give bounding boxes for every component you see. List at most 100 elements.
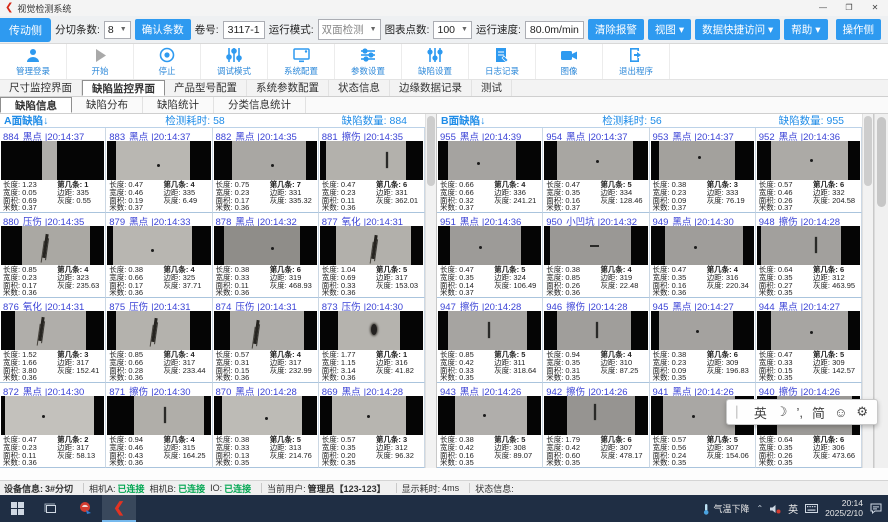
defect-card[interactable]: 883黑点|20:14:37 长度: 0.47宽度: 0.46面积: 0.19米… [106,128,212,213]
run-mode-select[interactable]: 双面检测▼ [318,19,381,40]
defect-card[interactable]: 882黑点|20:14:35 长度: 0.75宽度: 0.23面积: 0.17米… [213,128,319,213]
metric: 灰度: 6.49 [163,197,211,205]
roll-number-input[interactable]: 3117-1 [223,21,265,39]
weather-tray-item[interactable]: 气温下降 [702,502,749,515]
defect-card[interactable]: 881擦伤|20:14:35 长度: 0.47宽度: 0.23面积: 0.11米… [319,128,425,213]
main-tab-1[interactable]: 缺陷监控界面 [82,80,165,96]
action-camera[interactable]: 图像 [536,44,603,79]
defect-card[interactable]: 944黑点|20:14:27 长度: 0.47宽度: 0.33面积: 0.15米… [756,298,862,383]
defect-card[interactable]: 879黑点|20:14:33 长度: 0.38宽度: 0.66面积: 0.17米… [106,213,212,298]
operation-side-tag[interactable]: 操作侧 [836,19,882,40]
metric: 米数: 0.37 [759,204,813,212]
ime-item-2[interactable]: ’, [797,405,804,420]
help-menu-button[interactable]: 帮助 ▾ [784,19,827,40]
chart-points-select[interactable]: 100▼ [433,21,471,39]
main-tab-6[interactable]: 测试 [472,80,512,96]
scrollbar-thumb[interactable] [427,116,435,186]
tray-expand-button[interactable]: ⌃ [756,504,763,513]
defect-card[interactable]: 951黑点|20:14:36 长度: 0.47宽度: 0.35面积: 0.14米… [437,213,543,298]
defect-card[interactable]: 874压伤|20:14:31 长度: 0.57宽度: 0.31面积: 0.15米… [213,298,319,383]
defect-card[interactable]: 884黑点|20:14:37 长度: 1.23宽度: 0.05面积: 0.69米… [0,128,106,213]
sub-tab-1[interactable]: 缺陷分布 [72,97,143,113]
confirm-count-button[interactable]: 确认条数 [135,19,191,40]
ime-mode-indicator[interactable]: 英 [788,501,798,516]
volume-icon[interactable] [770,504,781,514]
action-defset[interactable]: 缺陷设置 [402,44,469,79]
defect-card[interactable]: 873压伤|20:14:30 长度: 1.77宽度: 1.15面积: 3.14米… [319,298,425,383]
defect-card[interactable]: 949黑点|20:14:30 长度: 0.47宽度: 0.35面积: 0.16米… [650,213,756,298]
ime-item-4[interactable]: ☺ [834,405,847,420]
metric: 灰度: 463.95 [813,282,861,290]
clock[interactable]: 20:14 2025/2/10 [825,499,863,518]
defect-time: |20:14:31 [151,302,190,311]
defect-card[interactable]: 942擦伤|20:14:26 长度: 1.79宽度: 0.42面积: 0.60米… [543,383,649,468]
start-button[interactable] [0,495,34,522]
sub-tab-2[interactable]: 缺陷统计 [143,97,214,113]
sub-tab-0[interactable]: 缺陷信息 [0,97,72,113]
action-params[interactable]: 参数设置 [335,44,402,79]
maximize-button[interactable]: ❐ [836,0,862,16]
defect-card[interactable]: 950小凹坑|20:14:32 长度: 0.38宽度: 0.85面积: 0.26… [543,213,649,298]
ime-item-1[interactable]: ☽ [776,404,788,420]
action-monitor[interactable]: 系统配置 [268,44,335,79]
split-count-select[interactable]: 8▼ [104,21,131,39]
defect-card[interactable]: 869黑点|20:14:28 长度: 0.57宽度: 0.35面积: 0.20米… [319,383,425,468]
action-stop[interactable]: 停止 [134,44,201,79]
main-tab-4[interactable]: 状态信息 [329,80,390,96]
defect-card[interactable]: 941黑点|20:14:26 长度: 0.57宽度: 0.56面积: 0.24米… [650,383,756,468]
scrollbar-thumb[interactable] [877,117,886,207]
defect-card[interactable]: 948擦伤|20:14:28 长度: 0.64宽度: 0.35面积: 0.27米… [756,213,862,298]
touch-keyboard-icon[interactable] [805,504,818,513]
clear-alarm-button[interactable]: 清除报警 [588,19,644,40]
defect-card[interactable]: 870黑点|20:14:28 长度: 0.38宽度: 0.33面积: 0.13米… [213,383,319,468]
defect-image [438,396,541,436]
defect-time: |20:14:32 [257,217,296,226]
inspection-app-button[interactable]: ❮ [102,495,136,522]
main-tab-2[interactable]: 产品型号配置 [165,80,247,96]
defect-card[interactable]: 877氧化|20:14:31 长度: 1.04宽度: 0.69面积: 0.33米… [319,213,425,298]
ime-item-0[interactable]: 英 [754,403,767,422]
defect-card[interactable]: 872黑点|20:14:30 长度: 0.47宽度: 0.23面积: 0.11米… [0,383,106,468]
action-user[interactable]: 管理登录 [0,44,67,79]
metric: 米数: 0.36 [322,374,376,382]
defect-card[interactable]: 946擦伤|20:14:28 长度: 0.94宽度: 0.35面积: 0.31米… [543,298,649,383]
defect-mark-vline [386,152,388,168]
defect-card[interactable]: 871擦伤|20:14:30 长度: 0.94宽度: 0.46面积: 0.43米… [106,383,212,468]
minimize-button[interactable]: — [810,0,836,16]
drive-side-tag[interactable]: 传动侧 [0,18,51,42]
panel-scrollbar[interactable] [425,114,436,468]
ime-item-3[interactable]: 简 [812,403,825,422]
defect-card[interactable]: 876氧化|20:14:31 长度: 1.52宽度: 1.66面积: 3.80米… [0,298,106,383]
main-tab-5[interactable]: 边缘数据记录 [390,80,472,96]
defect-card[interactable]: 878黑点|20:14:32 长度: 0.38宽度: 0.33面积: 0.11米… [213,213,319,298]
defect-card[interactable]: 954黑点|20:14:37 长度: 0.47宽度: 0.35面积: 0.16米… [543,128,649,213]
remote-app-button[interactable] [68,495,102,522]
sub-tab-3[interactable]: 分类信息统计 [214,97,306,113]
quick-access-menu-button[interactable]: 数据快捷访问 ▾ [695,19,780,40]
view-menu-button[interactable]: 视图 ▾ [648,19,691,40]
close-button[interactable]: ✕ [862,0,888,16]
thermometer-icon [702,503,710,515]
ime-item-5[interactable]: ⚙ [856,404,868,420]
action-debug[interactable]: 调试模式 [201,44,268,79]
defect-card[interactable]: 880压伤|20:14:35 长度: 0.85宽度: 0.23面积: 0.17米… [0,213,106,298]
defect-image [1,396,104,436]
scrollbar-thumb[interactable] [864,116,872,186]
defect-card[interactable]: 875压伤|20:14:31 长度: 0.85宽度: 0.66面积: 0.28米… [106,298,212,383]
defect-card[interactable]: 955黑点|20:14:39 长度: 0.66宽度: 0.66面积: 0.32米… [437,128,543,213]
metric: 灰度: 232.99 [270,367,318,375]
action-play[interactable]: 开始 [67,44,134,79]
main-tab-0[interactable]: 尺寸监控界面 [0,80,82,96]
defect-card[interactable]: 943黑点|20:14:26 长度: 0.38宽度: 0.42面积: 0.16米… [437,383,543,468]
defect-card[interactable]: 953黑点|20:14:37 长度: 0.38宽度: 0.23面积: 0.09米… [650,128,756,213]
task-view-button[interactable] [34,495,68,522]
defect-card[interactable]: 952黑点|20:14:36 长度: 0.57宽度: 0.46面积: 0.26米… [756,128,862,213]
defect-card[interactable]: 945黑点|20:14:27 长度: 0.38宽度: 0.23面积: 0.09米… [650,298,756,383]
defect-card[interactable]: 947擦伤|20:14:28 长度: 0.85宽度: 0.42面积: 0.33米… [437,298,543,383]
action-exit[interactable]: 退出程序 [603,44,670,79]
notification-center-button[interactable] [870,503,882,514]
defect-card[interactable]: 940擦伤|20:14:26 长度: 0.64宽度: 0.35面积: 0.26米… [756,383,862,468]
ime-toolbar[interactable]: ▏ 英☽’,简☺⚙ [726,399,878,425]
action-log[interactable]: 日志记录 [469,44,536,79]
main-tab-3[interactable]: 系统参数配置 [247,80,329,96]
